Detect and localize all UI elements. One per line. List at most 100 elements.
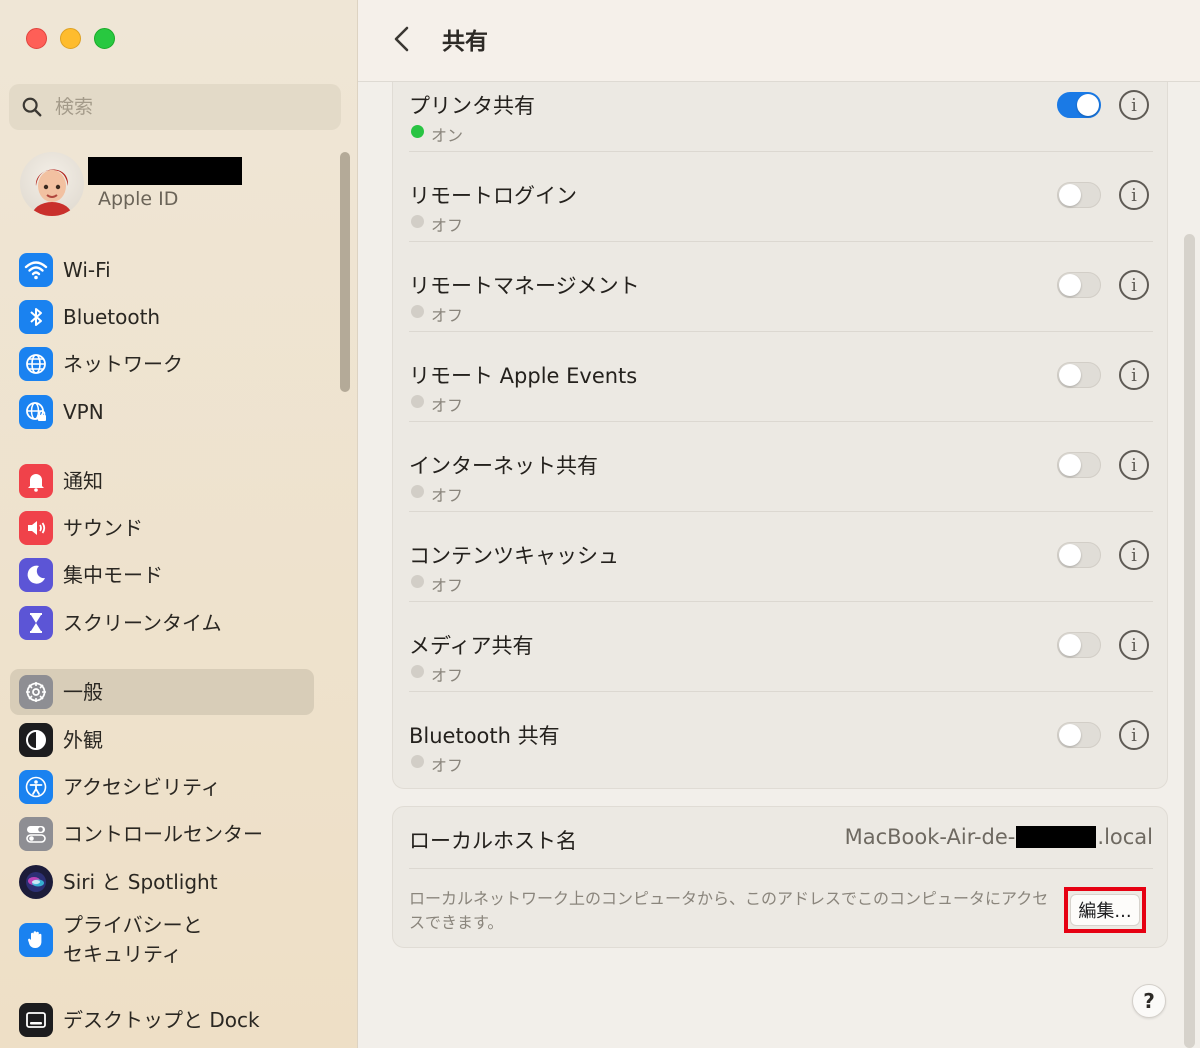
media-sharing-toggle[interactable] [1057,632,1101,658]
status-indicator-off [411,665,424,678]
sidebar-item-label: デスクトップと Dock [63,1008,260,1032]
info-icon[interactable]: i [1119,360,1149,390]
printer-sharing-toggle[interactable] [1057,92,1101,118]
sidebar-item-notifications[interactable]: 通知 [10,458,314,504]
remote-management-toggle[interactable] [1057,272,1101,298]
sidebar-item-label: 一般 [63,680,103,704]
content-caching-toggle[interactable] [1057,542,1101,568]
sidebar-item-control-center[interactable]: コントロールセンター [10,811,314,857]
moon-icon [19,558,53,592]
status-indicator-on [411,125,424,138]
sidebar-item-label: サウンド [63,516,143,540]
sidebar-item-siri-spotlight[interactable]: Siri と Spotlight [10,859,314,905]
sidebar-item-label: Wi-Fi [63,258,111,282]
service-status: オフ [431,216,464,235]
sidebar-item-wifi[interactable]: Wi-Fi [10,247,314,293]
info-icon[interactable]: i [1119,630,1149,660]
service-name: メディア共有 [409,634,534,658]
service-status: オフ [431,756,464,775]
sidebar-item-label: プライバシーと セキュリティ [63,911,203,969]
apple-id-label: Apple ID [98,188,179,210]
local-hostname-value: MacBook-Air-de- .local [845,825,1153,849]
info-icon[interactable]: i [1119,90,1149,120]
status-indicator-off [411,215,424,228]
info-icon[interactable]: i [1119,180,1149,210]
sidebar-item-sound[interactable]: サウンド [10,505,314,551]
service-name: コンテンツキャッシュ [409,544,619,568]
redacted-hostname [1016,826,1097,848]
sidebar-item-focus[interactable]: 集中モード [10,552,314,598]
service-row-remote-management: リモートマネージメント オフ i [409,242,1153,332]
service-row-remote-login: リモートログイン オフ i [409,152,1153,242]
sidebar-search [9,84,341,130]
internet-sharing-toggle[interactable] [1057,452,1101,478]
local-hostname-label: ローカルホスト名 [409,829,577,853]
main-pane: プリンタ共有 オン i リモートログイン オフ i リモートマネージメント オフ… [358,0,1200,1048]
status-indicator-off [411,305,424,318]
sidebar-item-label: コントロールセンター [63,822,263,846]
info-icon[interactable]: i [1119,450,1149,480]
info-icon[interactable]: i [1119,540,1149,570]
control-center-icon [19,817,53,851]
sidebar: Apple ID Wi-Fi Bluetooth ネットワーク VPN 通知 [0,0,358,1048]
service-status: オフ [431,486,464,505]
local-hostname-description: ローカルネットワーク上のコンピュータから、このアドレスでこのコンピュータにアクセ… [409,889,1049,932]
apple-id-account[interactable]: Apple ID [20,152,320,222]
minimize-window-button[interactable] [60,28,81,49]
service-name: インターネット共有 [409,454,598,478]
sidebar-item-desktop-dock[interactable]: デスクトップと Dock [10,997,314,1043]
service-name: Bluetooth 共有 [409,724,560,748]
bluetooth-sharing-toggle[interactable] [1057,722,1101,748]
speaker-icon [19,511,53,545]
sidebar-item-label: 外観 [63,728,103,752]
close-window-button[interactable] [26,28,47,49]
sidebar-item-privacy-security[interactable]: プライバシーと セキュリティ [10,910,314,970]
sidebar-item-screen-time[interactable]: スクリーンタイム [10,600,314,646]
sidebar-item-label: ネットワーク [63,352,183,376]
sidebar-item-network[interactable]: ネットワーク [10,341,314,387]
remote-login-toggle[interactable] [1057,182,1101,208]
info-icon[interactable]: i [1119,270,1149,300]
wifi-icon [19,253,53,287]
sidebar-scrollbar[interactable] [340,152,350,392]
service-status: オフ [431,666,464,685]
service-row-media-sharing: メディア共有 オフ i [409,602,1153,692]
main-scrollbar[interactable] [1184,234,1195,1048]
service-row-remote-apple-events: リモート Apple Events オフ i [409,332,1153,422]
search-input[interactable] [55,96,295,118]
accessibility-icon [19,770,53,804]
sidebar-item-general[interactable]: 一般 [10,669,314,715]
status-indicator-off [411,485,424,498]
service-status: オフ [431,396,464,415]
status-indicator-off [411,575,424,588]
sidebar-item-bluetooth[interactable]: Bluetooth [10,294,314,340]
status-indicator-off [411,755,424,768]
avatar [20,152,84,216]
service-status: オフ [431,576,464,595]
bluetooth-icon [19,300,53,334]
hostname-suffix: .local [1097,825,1153,849]
sidebar-item-label-line1: プライバシーと [63,913,203,937]
status-indicator-off [411,395,424,408]
page-title: 共有 [442,29,488,55]
help-button[interactable]: ? [1132,984,1166,1018]
sharing-services-list: プリンタ共有 オン i リモートログイン オフ i リモートマネージメント オフ… [392,62,1168,789]
hostname-prefix: MacBook-Air-de- [844,825,1016,849]
sidebar-item-appearance[interactable]: 外観 [10,717,314,763]
sidebar-item-label: アクセシビリティ [63,775,221,799]
edit-hostname-button[interactable]: 編集... [1070,894,1140,926]
sidebar-item-label: 通知 [63,469,103,493]
service-row-internet-sharing: インターネット共有 オフ i [409,422,1153,512]
info-icon[interactable]: i [1119,720,1149,750]
back-chevron-icon[interactable] [388,22,416,56]
service-status: オン [431,126,464,145]
redacted-account-name [88,157,242,185]
dock-icon [19,1003,53,1037]
sidebar-item-accessibility[interactable]: アクセシビリティ [10,764,314,810]
sidebar-item-vpn[interactable]: VPN [10,389,314,435]
service-name: プリンタ共有 [409,94,535,118]
zoom-window-button[interactable] [94,28,115,49]
service-status: オフ [431,306,464,325]
remote-apple-events-toggle[interactable] [1057,362,1101,388]
siri-icon [19,865,53,899]
